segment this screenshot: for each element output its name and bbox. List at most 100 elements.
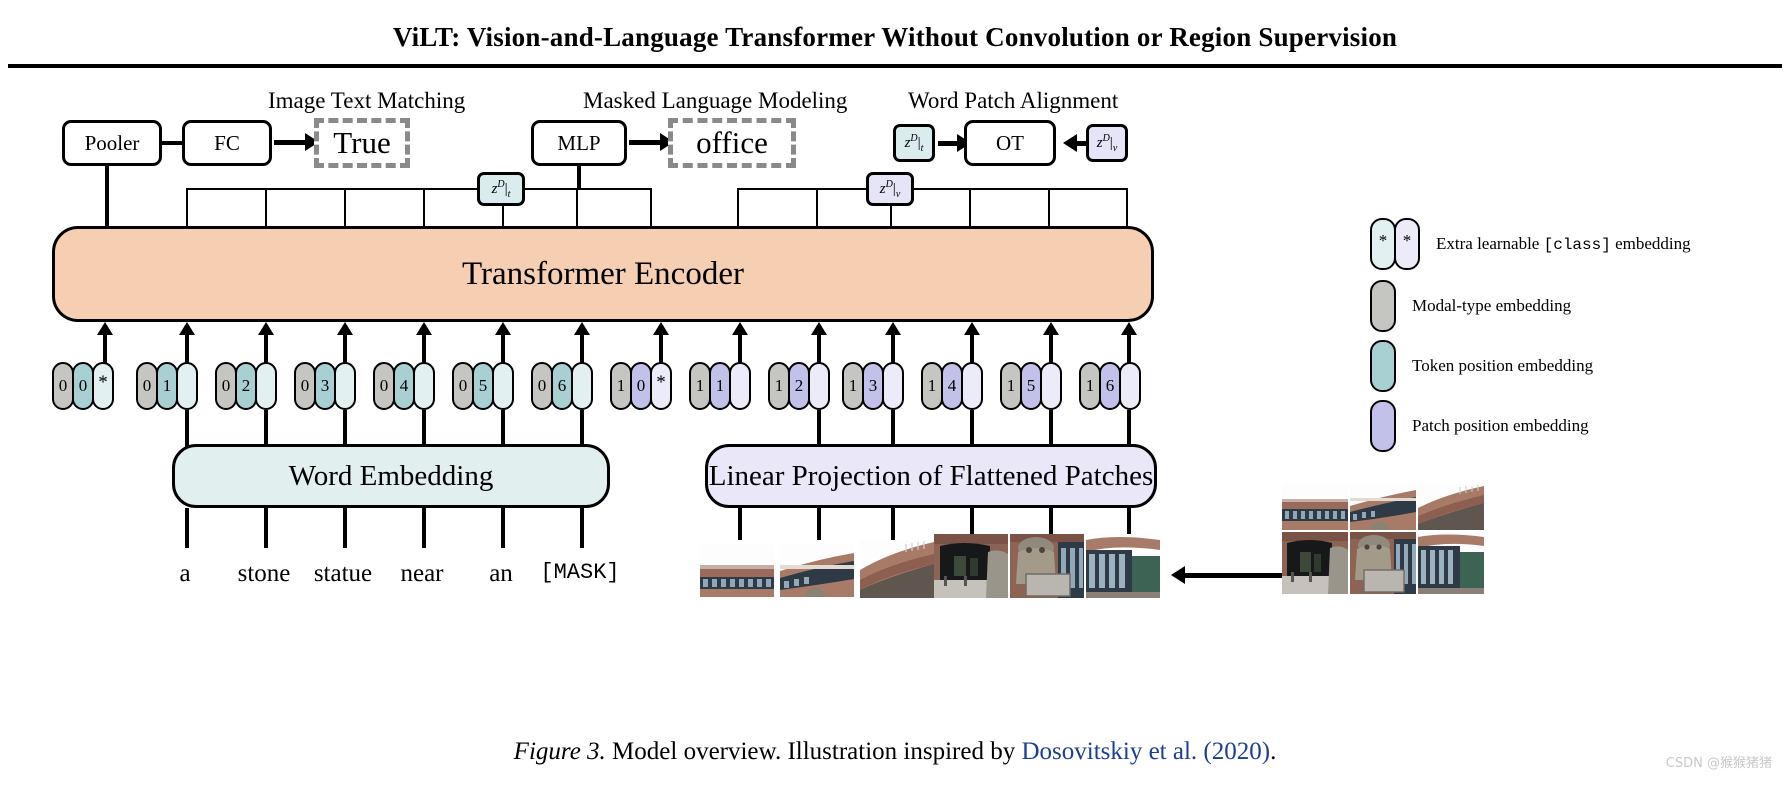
class-embedding-pill: * [650,362,672,410]
pooler-box[interactable]: Pooler [62,120,162,166]
token-position-pill: 4 [393,362,415,410]
patch-input-stem [817,508,821,540]
word-input-stem [580,508,584,548]
modal-type-pill: 1 [842,362,864,410]
text-token-pill-group: 05 [452,362,514,410]
token-stem-up [185,410,189,448]
token-stem-up [1049,410,1053,448]
modal-type-pill: 0 [373,362,395,410]
content-embedding-pill [255,362,277,410]
text-token-pill-group: 04 [373,362,435,410]
wpa-text-token: zD|t [893,124,935,162]
caption-period: . [1270,738,1277,765]
content-embedding-pill [1119,362,1141,410]
image-token-pill-group: 14 [921,362,983,410]
legend-swatch [1370,340,1396,392]
token-stem-up [422,410,426,448]
caption-body: Model overview. Illustration inspired by [605,738,1022,765]
modal-type-pill: 0 [215,362,237,410]
image-token-pill-group: 12 [768,362,830,410]
mlp-box[interactable]: MLP [531,120,627,166]
word-input-stem [501,508,505,548]
modal-type-pill: 1 [1079,362,1101,410]
source-image-tile-1 [1282,484,1348,530]
legend-swatch [1370,280,1396,332]
caption-citation-author[interactable]: Dosovitskiy et al. [1021,738,1197,765]
source-image-tile-5 [1350,532,1416,594]
image-patch-3 [860,540,934,598]
page-title: ViLT: Vision-and-Language Transformer Wi… [392,22,1398,52]
text-token-pill-group: 02 [215,362,277,410]
legend-label-mono: [class] [1543,236,1611,254]
word-input-stem [422,508,426,548]
content-embedding-pill [1040,362,1062,410]
image-token-pill-group: 15 [1000,362,1062,410]
token-stem-up [501,410,505,448]
legend-swatch [1370,400,1396,452]
content-embedding-pill [571,362,593,410]
image-patch-5 [1010,534,1084,598]
patch-position-pill: 3 [862,362,884,410]
caption-citation-year[interactable]: (2020) [1197,738,1270,765]
text-token-pill-group: 0 0 * [52,362,114,410]
modal-type-pill: 1 [689,362,711,410]
linear-projection-module[interactable]: Linear Projection of Flattened Patches [705,444,1157,508]
token-position-pill: 2 [235,362,257,410]
word-embedding-module[interactable]: Word Embedding [172,444,610,508]
source-image-tile-6 [1418,532,1484,594]
token-position-pill: 1 [156,362,178,410]
fc-to-true-arrow [274,133,319,151]
legend-label-part: embedding [1610,234,1691,253]
image-token-pill-group: 1 0 * [610,362,672,410]
source-image-tile-4 [1282,532,1348,594]
modal-type-pill: 1 [1000,362,1022,410]
token-stem-up [970,410,974,448]
caption-figure-number: Figure 3. [513,738,606,765]
mlp-to-office-arrow [629,133,674,151]
patch-input-stem [891,508,895,540]
source-image-tile-3 [1418,484,1484,530]
modal-type-pill: 1 [921,362,943,410]
image-patch-6 [1086,534,1160,598]
legend-swatch: * [1370,218,1396,270]
word-input-stem [343,508,347,548]
content-embedding-pill [413,362,435,410]
image-patch-2 [780,545,854,597]
token-stem-up [817,410,821,448]
legend-row: Modal-type embedding [1370,280,1571,332]
modal-type-pill: 0 [452,362,474,410]
legend-label-part: Extra learnable [1436,234,1544,253]
image-patch-1 [700,545,774,597]
transformer-encoder: Transformer Encoder [52,226,1154,322]
content-embedding-pill [961,362,983,410]
input-word: [MASK] [540,560,620,585]
image-token-pill-group: 13 [842,362,904,410]
pooler-down-line [105,164,109,234]
legend-swatches [1370,280,1396,332]
token-position-pill: 5 [472,362,494,410]
image-patch-4 [934,534,1008,598]
image-token-pill-group: 16 [1079,362,1141,410]
legend-label: Extra learnable [class] embedding [1436,234,1691,254]
head-label-mlm: Masked Language Modeling [583,88,848,113]
token-stem-up [343,410,347,448]
legend-swatch: * [1394,218,1420,270]
class-embedding-pill: * [92,362,114,410]
content-embedding-pill [334,362,356,410]
content-embedding-pill [808,362,830,410]
content-embedding-pill [882,362,904,410]
patch-position-pill: 2 [788,362,810,410]
legend-row: Token position embedding [1370,340,1593,392]
token-stem-up [1127,410,1131,448]
title-divider [8,64,1782,68]
fc-box[interactable]: FC [182,120,272,166]
content-embedding-pill [176,362,198,410]
text-token-pill-group: 06 [531,362,593,410]
head-label-wpa: Word Patch Alignment [908,88,1119,113]
token-position-pill: 0 [72,362,94,410]
legend-label: Token position embedding [1412,356,1594,375]
ot-box[interactable]: OT [964,120,1056,166]
source-image-tile-2 [1350,484,1416,530]
mlp-down-line [577,164,581,189]
modal-type-pill: 0 [531,362,553,410]
